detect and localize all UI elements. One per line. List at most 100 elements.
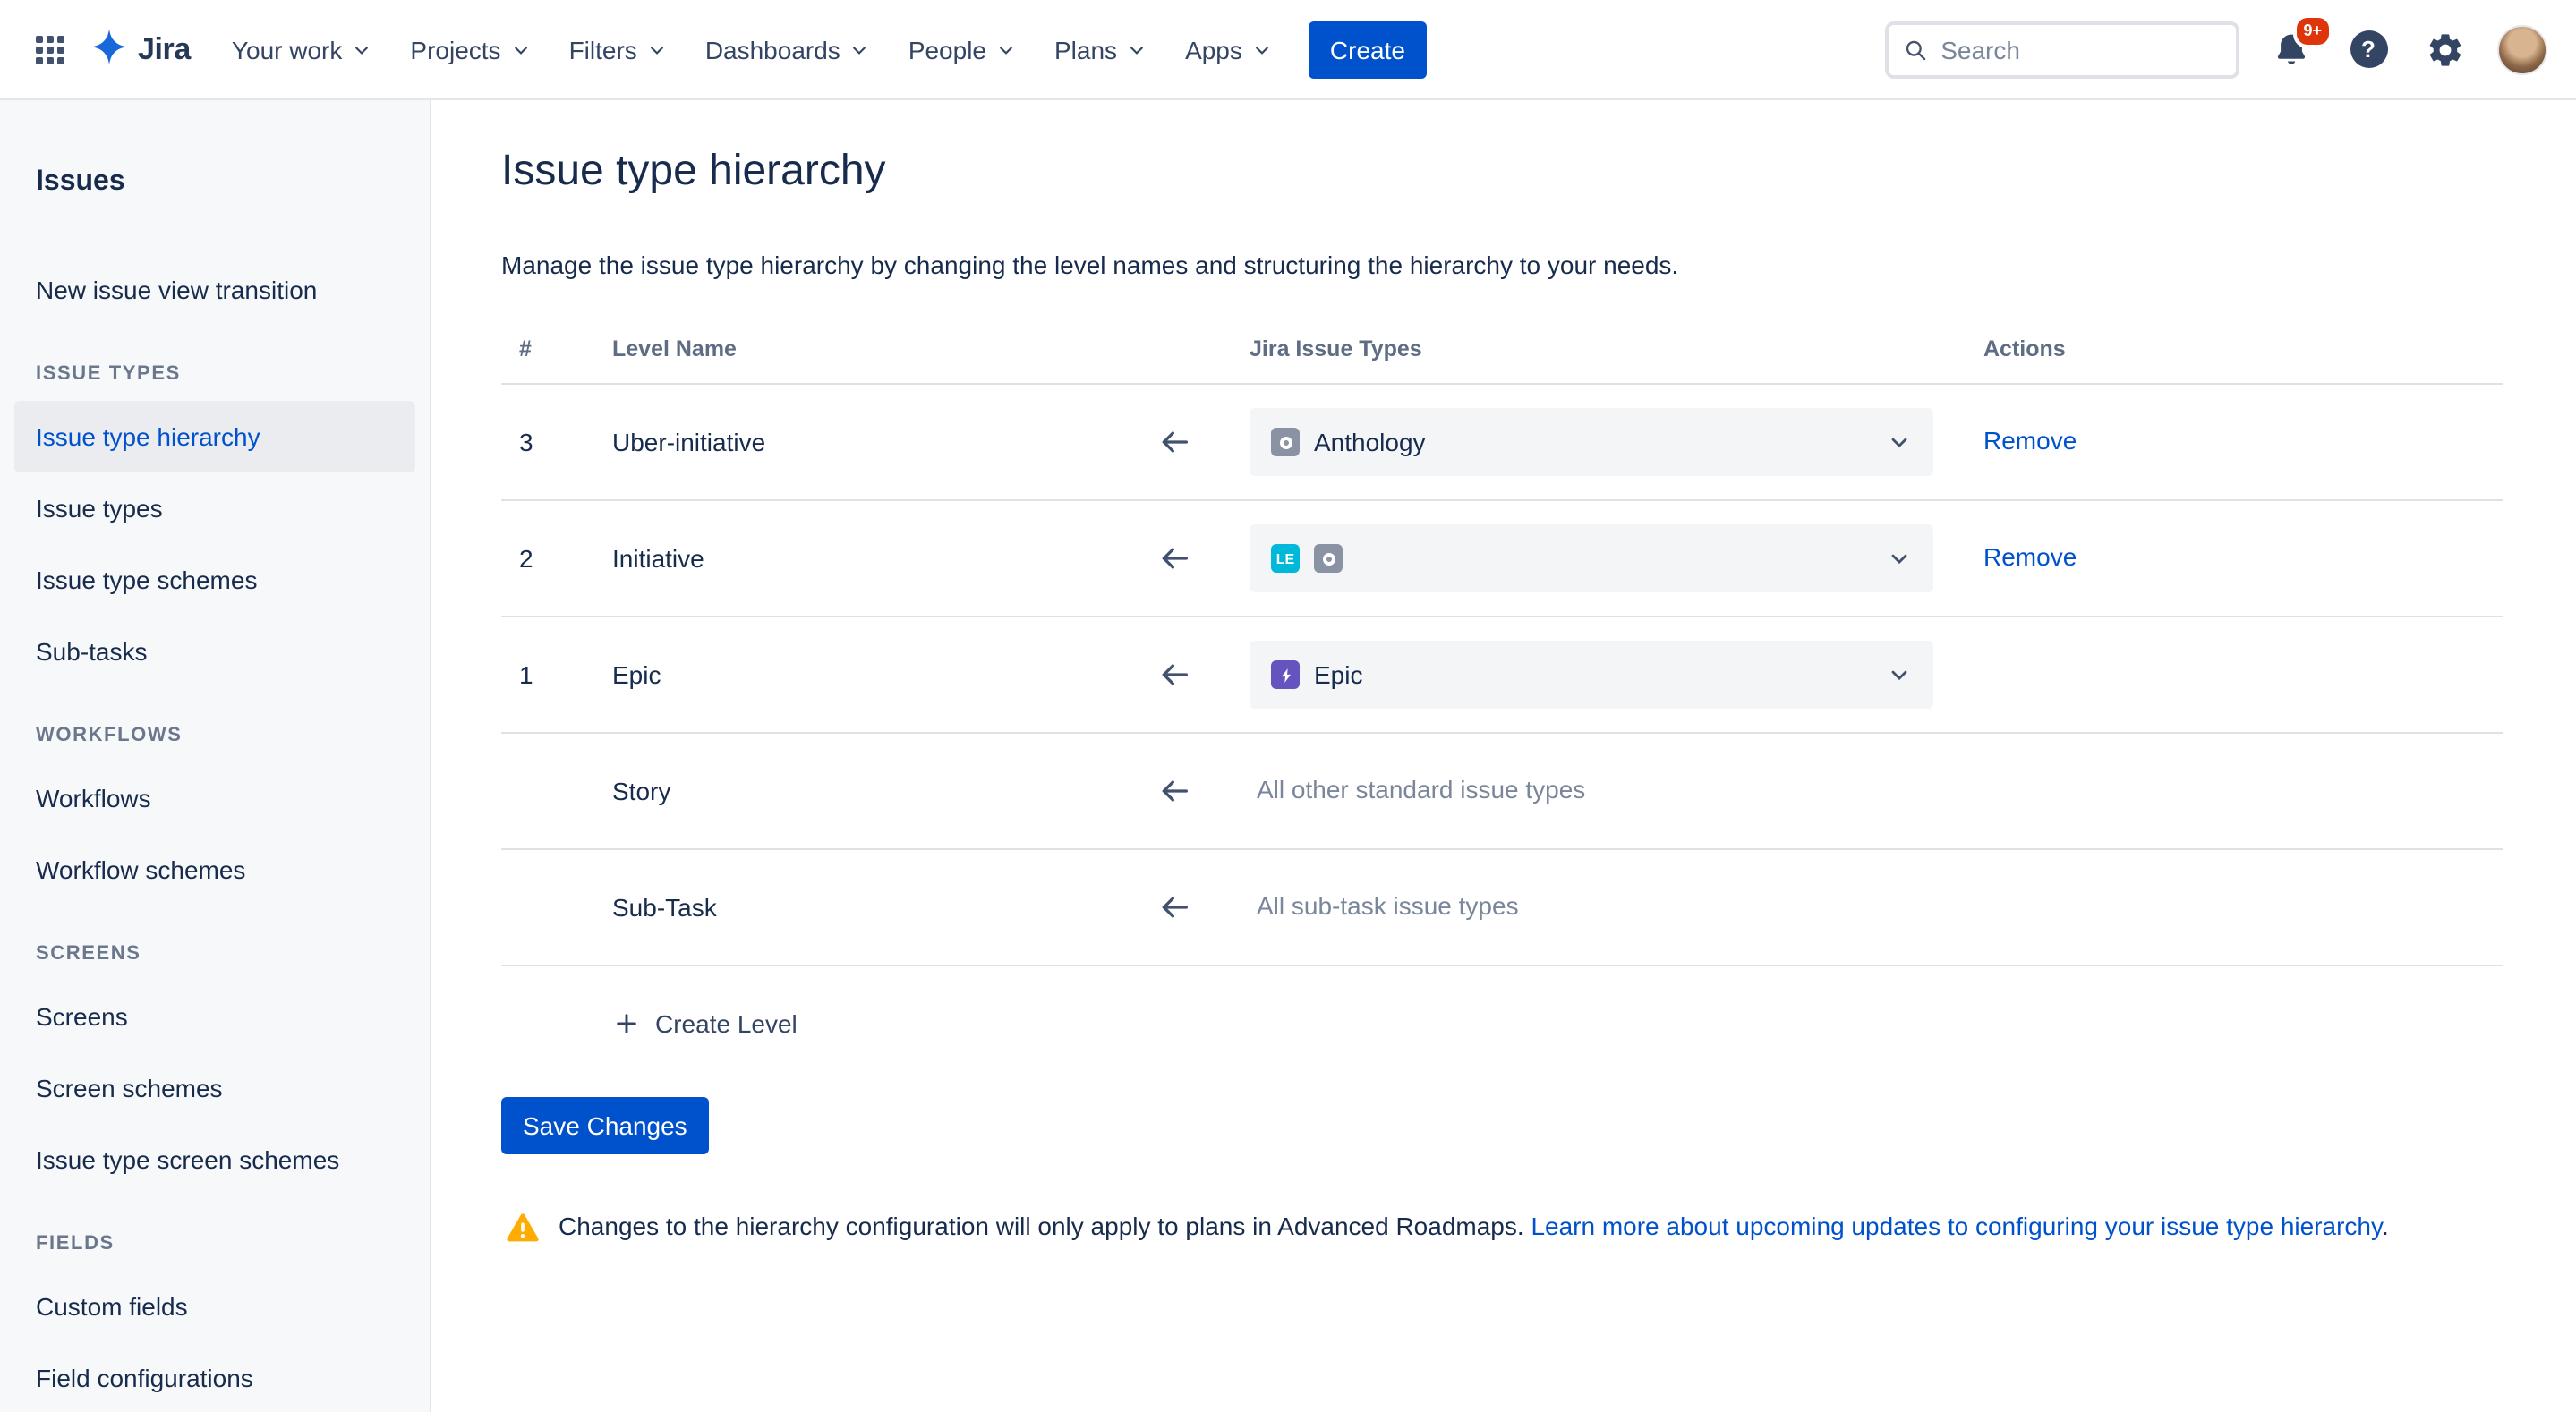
sidebar-item-custom-fields[interactable]: Custom fields <box>14 1271 415 1342</box>
table-row: Story All other standard issue types <box>501 734 2503 850</box>
table-row: 2 Initiative LE <box>501 501 2503 617</box>
create-level-button[interactable]: Create Level <box>612 1009 798 1038</box>
sidebar-item-issue-type-schemes[interactable]: Issue type schemes <box>14 544 415 616</box>
nav-label: Projects <box>410 35 500 64</box>
arrow-left-icon <box>1156 656 1192 692</box>
remove-level-link[interactable]: Remove <box>1983 426 2077 455</box>
arrow-left-icon <box>1156 540 1192 575</box>
arrow-left-icon <box>1156 889 1192 924</box>
move-level-arrow[interactable] <box>1149 532 1199 583</box>
app-switcher-button[interactable] <box>21 21 79 78</box>
hierarchy-table: # Level Name Jira Issue Types Actions 3 … <box>501 336 2503 966</box>
notification-badge: 9+ <box>2292 13 2333 47</box>
sidebar-item-new-issue-view-transition[interactable]: New issue view transition <box>14 254 415 326</box>
sidebar-section-screens: SCREENS <box>36 941 394 966</box>
issue-types-placeholder: All other standard issue types <box>1250 775 1585 804</box>
chevron-down-icon <box>512 40 530 58</box>
nav-your-work[interactable]: Your work <box>216 22 388 76</box>
issue-types-dropdown[interactable]: Epic <box>1250 641 1933 709</box>
nav-plans[interactable]: Plans <box>1038 22 1162 76</box>
page-description: Manage the issue type hierarchy by chang… <box>501 247 2503 283</box>
sidebar-item-issue-types[interactable]: Issue types <box>14 472 415 544</box>
sidebar-item-field-configurations[interactable]: Field configurations <box>14 1342 415 1412</box>
move-level-arrow[interactable] <box>1149 649 1199 699</box>
level-name: Sub-Task <box>612 893 1149 922</box>
move-level-arrow[interactable] <box>1149 881 1199 931</box>
level-number: 1 <box>519 660 612 689</box>
level-number: 2 <box>519 544 612 573</box>
warning-icon <box>505 1210 541 1246</box>
chevron-down-icon <box>1887 546 1912 571</box>
level-name: Story <box>612 777 1149 805</box>
question-icon: ? <box>2350 30 2387 68</box>
jira-logo-text: Jira <box>138 31 191 67</box>
create-button[interactable]: Create <box>1309 21 1427 78</box>
chevron-down-icon <box>851 40 869 58</box>
issue-types-placeholder: All sub-task issue types <box>1250 891 1519 920</box>
sidebar-item-screens[interactable]: Screens <box>14 981 415 1052</box>
chevron-down-icon <box>1128 40 1146 58</box>
sidebar-item-sub-tasks[interactable]: Sub-tasks <box>14 616 415 687</box>
jira-logo[interactable]: Jira <box>90 30 191 69</box>
user-avatar[interactable] <box>2497 24 2547 74</box>
sidebar-title: Issues <box>14 165 415 200</box>
nav-apps[interactable]: Apps <box>1169 22 1287 76</box>
arrow-left-icon <box>1156 772 1192 808</box>
plus-icon <box>612 1009 641 1038</box>
issue-types-dropdown[interactable]: Anthology <box>1250 408 1933 476</box>
sidebar-item-issue-type-hierarchy[interactable]: Issue type hierarchy <box>14 401 415 472</box>
generic-issue-type-icon <box>1271 428 1300 456</box>
arrow-left-icon <box>1156 423 1192 459</box>
save-changes-button[interactable]: Save Changes <box>501 1097 709 1154</box>
sidebar-section-fields: FIELDS <box>36 1231 394 1256</box>
help-button[interactable]: ? <box>2343 24 2393 74</box>
nav-label: Plans <box>1054 35 1117 64</box>
sidebar-item-workflow-schemes[interactable]: Workflow schemes <box>14 834 415 906</box>
nav-label: People <box>908 35 986 64</box>
sidebar-item-screen-schemes[interactable]: Screen schemes <box>14 1052 415 1124</box>
global-search <box>1885 21 2239 78</box>
level-number: 3 <box>519 428 612 456</box>
page-title: Issue type hierarchy <box>501 147 2503 197</box>
remove-level-link[interactable]: Remove <box>1983 542 2077 571</box>
issue-types-dropdown[interactable]: LE <box>1250 524 1933 592</box>
jira-logo-icon <box>90 30 129 69</box>
settings-button[interactable] <box>2420 24 2470 74</box>
le-issue-type-badge: LE <box>1271 544 1300 573</box>
chevron-down-icon <box>1887 430 1912 455</box>
epic-issue-type-icon <box>1271 660 1300 689</box>
table-header-row: # Level Name Jira Issue Types Actions <box>501 336 2503 385</box>
sidebar-item-workflows[interactable]: Workflows <box>14 762 415 834</box>
generic-issue-type-icon <box>1314 544 1343 573</box>
topnav-right-cluster: 9+ ? <box>1885 21 2547 78</box>
settings-sidebar: Issues New issue view transition ISSUE T… <box>0 100 431 1412</box>
warning-message: Changes to the hierarchy configuration w… <box>501 1208 2503 1246</box>
table-row: Sub-Task All sub-task issue types <box>501 850 2503 966</box>
column-header-level-name: Level Name <box>612 336 1149 362</box>
dropdown-selected-value: Epic <box>1314 660 1362 689</box>
main-content: Issue type hierarchy Manage the issue ty… <box>431 100 2576 1412</box>
nav-label: Your work <box>232 35 343 64</box>
top-navigation: Jira Your work Projects Filters Dashboar… <box>0 0 2576 100</box>
chevron-down-icon <box>1887 662 1912 687</box>
move-level-arrow[interactable] <box>1149 765 1199 815</box>
primary-nav: Your work Projects Filters Dashboards Pe… <box>216 22 1287 76</box>
level-name: Uber-initiative <box>612 428 1149 456</box>
nav-label: Dashboards <box>705 35 840 64</box>
sidebar-section-issue-types: ISSUE TYPES <box>36 362 394 387</box>
level-name: Initiative <box>612 544 1149 573</box>
nav-dashboards[interactable]: Dashboards <box>689 22 885 76</box>
sidebar-section-workflows: WORKFLOWS <box>36 723 394 748</box>
search-icon <box>1903 35 1928 64</box>
chevron-down-icon <box>353 40 371 58</box>
move-level-arrow[interactable] <box>1149 416 1199 466</box>
warning-suffix: . <box>2382 1212 2389 1240</box>
warning-learn-more-link[interactable]: Learn more about upcoming updates to con… <box>1531 1212 2382 1240</box>
sidebar-item-issue-type-screen-schemes[interactable]: Issue type screen schemes <box>14 1124 415 1195</box>
nav-projects[interactable]: Projects <box>394 22 545 76</box>
nav-people[interactable]: People <box>892 22 1031 76</box>
notifications-button[interactable]: 9+ <box>2266 24 2316 74</box>
nav-filters[interactable]: Filters <box>553 22 682 76</box>
search-input[interactable] <box>1941 35 2222 64</box>
chevron-down-icon <box>997 40 1015 58</box>
